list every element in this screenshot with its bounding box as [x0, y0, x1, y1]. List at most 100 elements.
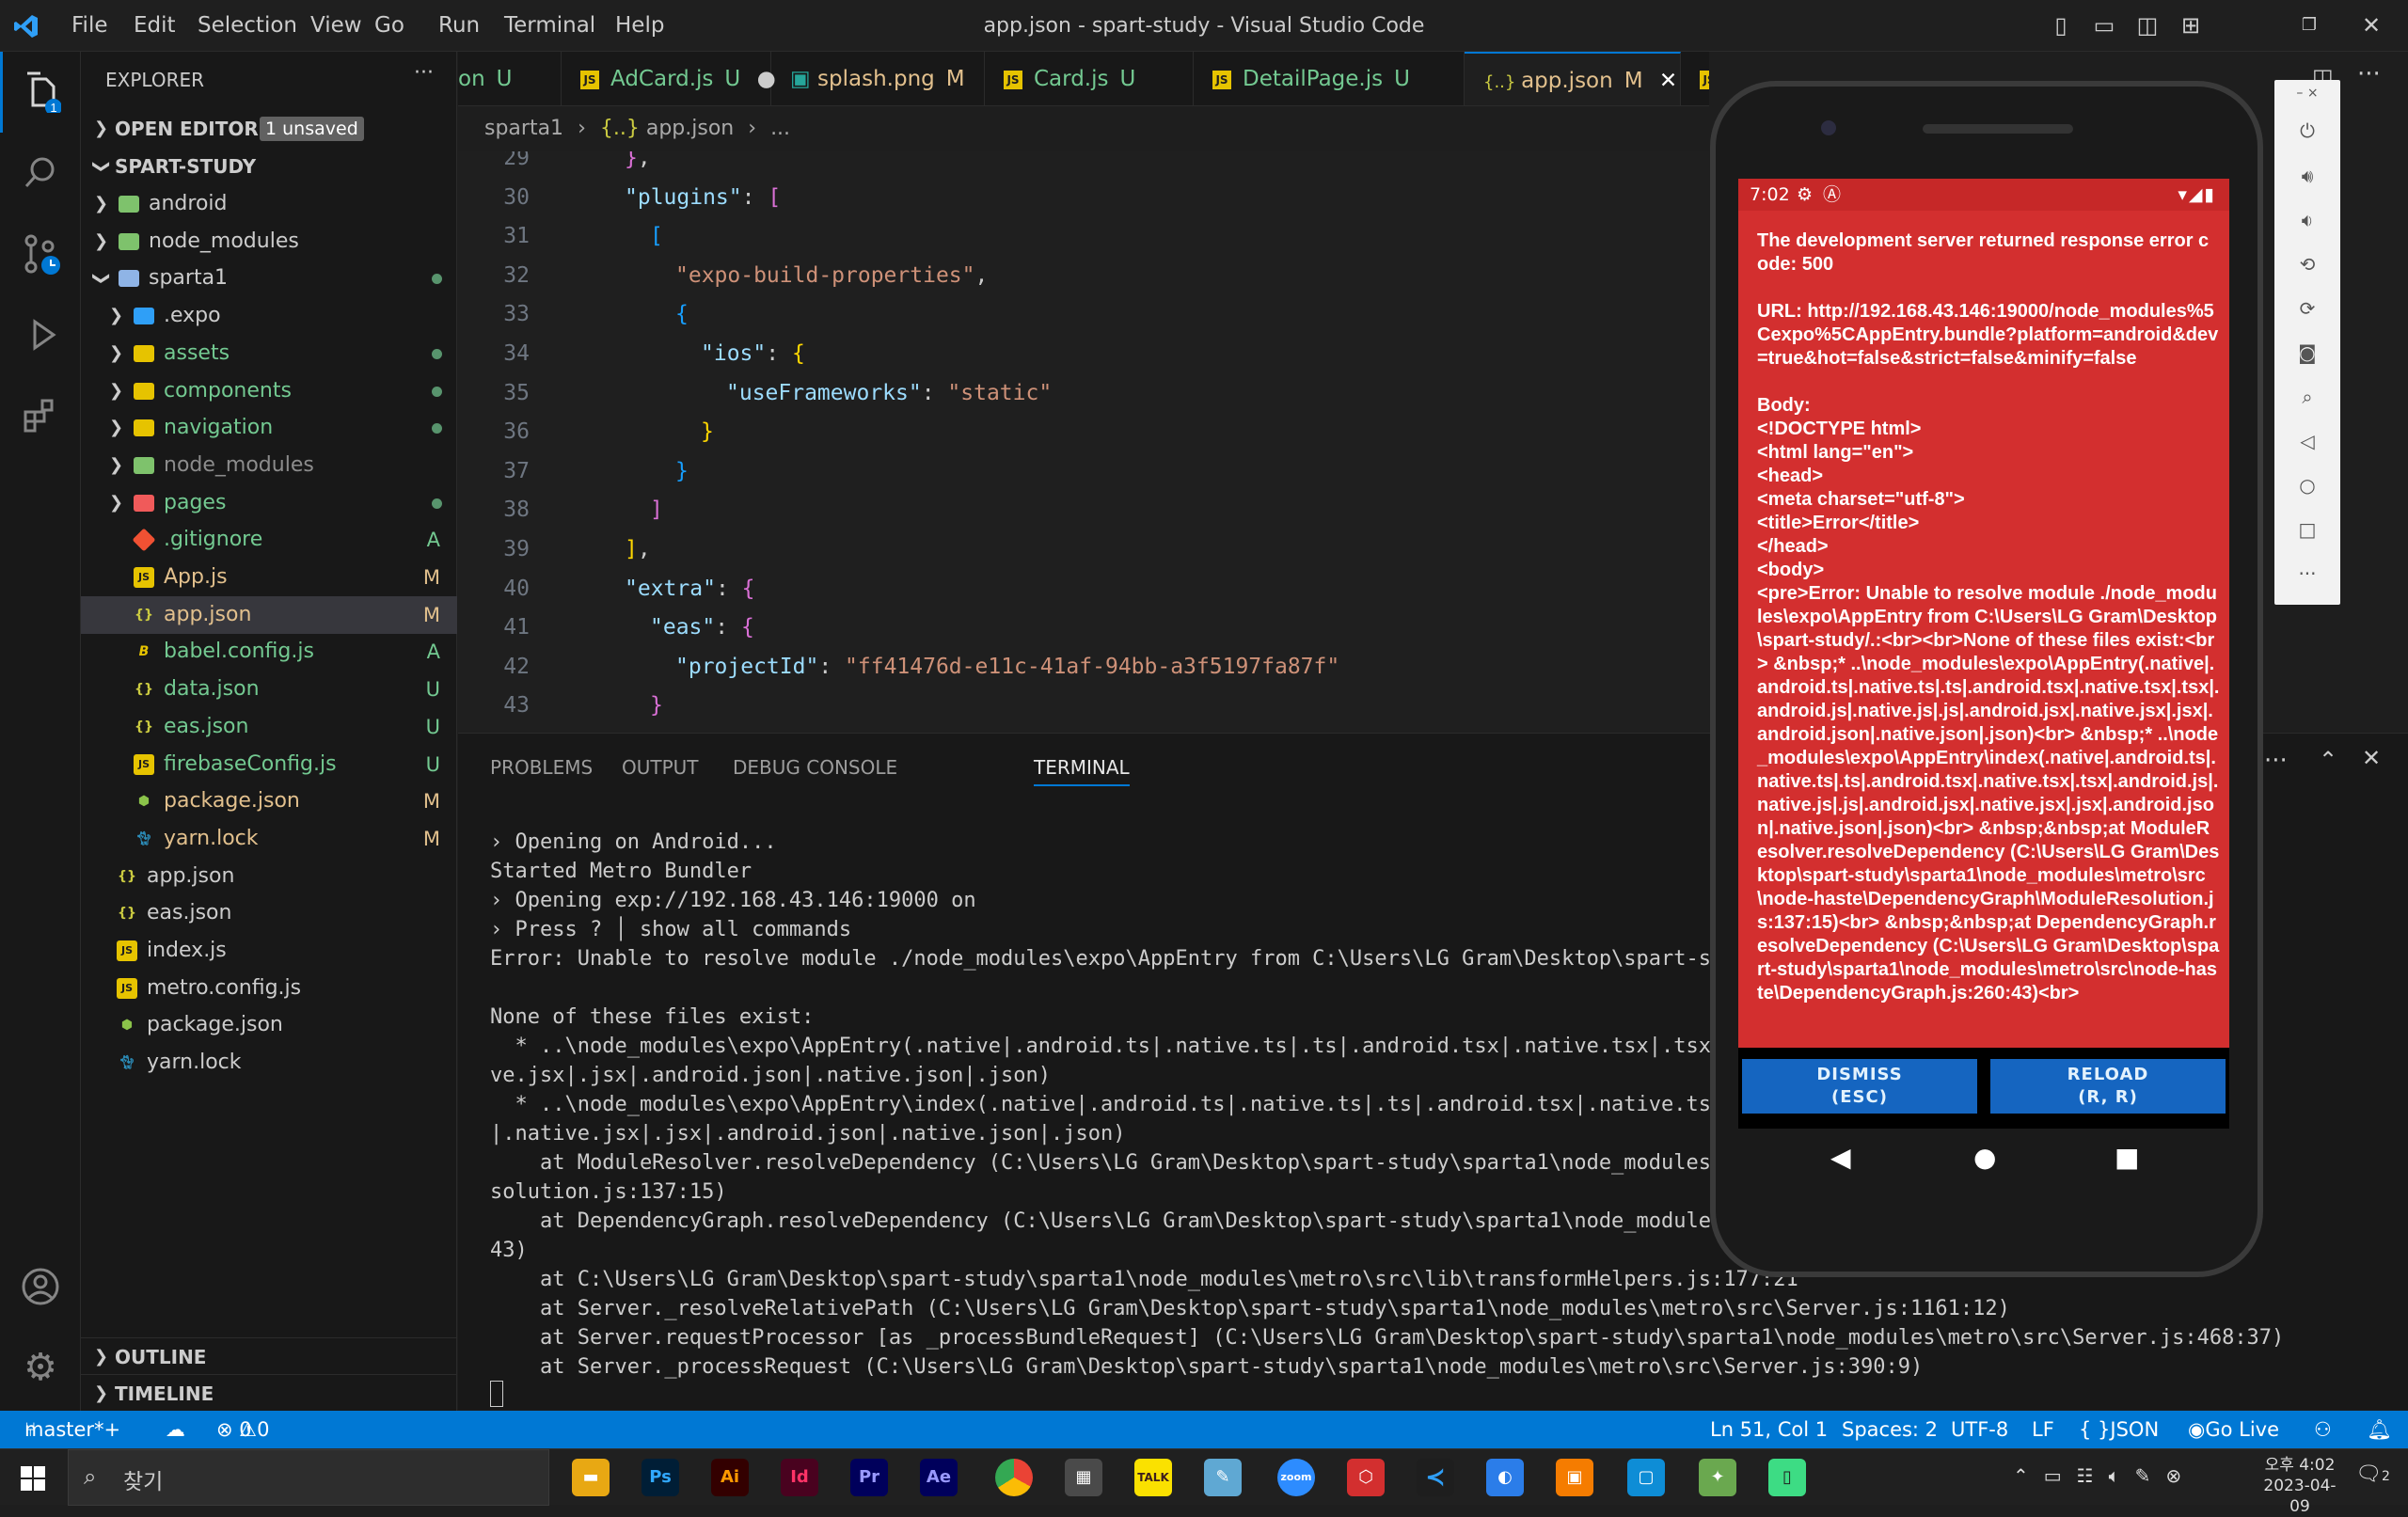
tree-item-babel-config-js[interactable]: Bbabel.config.js A [81, 633, 457, 671]
reload-button[interactable]: RELOAD (R, R) [1990, 1059, 2226, 1114]
tree-item-package-json[interactable]: ⬢ package.json M [81, 782, 457, 820]
notification-center-icon[interactable]: 🗨︎2 [2355, 1462, 2390, 1486]
run-debug-icon[interactable] [0, 294, 81, 375]
problems-indicator[interactable]: ⊗ 0 ⚠ 0 [216, 1411, 269, 1448]
dismiss-button[interactable]: DISMISS (ESC) [1742, 1059, 1977, 1114]
tab-app-js[interactable]: JSApp.jsM [1681, 52, 1709, 105]
toggle-secondary-sidebar-icon[interactable]: ◫ [2133, 11, 2162, 40]
breadcrumb-symbol[interactable]: ... [770, 117, 790, 140]
illustrator-icon[interactable]: Ai [711, 1459, 749, 1496]
tree-item-index-js[interactable]: JS index.js [81, 932, 457, 970]
app-icon[interactable]: ◐ [1486, 1459, 1524, 1496]
android-studio-icon[interactable]: ✦ [1699, 1459, 1736, 1496]
emulator-icon[interactable]: ▯ [1768, 1459, 1806, 1496]
maximize-panel-icon[interactable]: ⌃ [2319, 747, 2337, 773]
redbox-error-screen[interactable]: The development server returned response… [1738, 211, 2229, 1048]
menu-file[interactable]: File [71, 0, 108, 52]
notifications-bell-icon[interactable]: 🔔︎ [2367, 1411, 2392, 1448]
tree-item-assets[interactable]: ❯ assets [81, 335, 457, 372]
indesign-icon[interactable]: Id [781, 1459, 818, 1496]
tree-item-android[interactable]: ❯ android [81, 185, 457, 223]
tab-adcard-js[interactable]: JS AdCard.js U ● [562, 52, 776, 105]
panel-tab-problems[interactable]: PROBLEMS [490, 756, 593, 779]
extensions-icon[interactable] [0, 375, 81, 456]
menu-help[interactable]: Help [615, 0, 664, 52]
emulator-minimize-close-icon[interactable]: – × [2274, 86, 2340, 101]
more-icon[interactable]: ··· [2274, 562, 2340, 585]
timeline-section[interactable]: ❯ TIMELINE [81, 1374, 457, 1412]
clock[interactable]: 오후 4:02 2023-04-09 [2258, 1455, 2342, 1517]
workspace-root[interactable]: ❯ SPART-STUDY [81, 148, 457, 185]
toggle-panel-icon[interactable]: ▭ [2090, 11, 2118, 40]
nav-home-icon[interactable]: ● [1973, 1142, 1996, 1173]
after-effects-icon[interactable]: Ae [920, 1459, 958, 1496]
breadcrumb-folder[interactable]: sparta1 [484, 117, 563, 140]
back-icon[interactable]: ◁ [2274, 430, 2340, 452]
menu-terminal[interactable]: Terminal [504, 0, 595, 52]
tree-item-data-json[interactable]: {} data.json U [81, 671, 457, 708]
cursor-position[interactable]: Ln 51, Col 1 [1710, 1411, 1828, 1448]
menu-go[interactable]: Go [374, 0, 404, 52]
volume-up-icon[interactable]: 🔊︎ [2274, 165, 2340, 187]
app3-icon[interactable]: ▢ [1627, 1459, 1665, 1496]
rotate-right-icon[interactable]: ⟳ [2274, 297, 2340, 320]
search-icon[interactable] [0, 133, 81, 213]
sync-icon[interactable]: ☁ [166, 1411, 185, 1448]
nav-back-icon[interactable]: ◀ [1830, 1142, 1851, 1173]
close-tab-icon[interactable]: ✕ [1653, 69, 1677, 93]
tree-item-app-json[interactable]: {} app.json [81, 858, 457, 895]
vscode-taskbar-icon[interactable]: ≺ [1417, 1459, 1454, 1496]
camera-icon[interactable]: ◙ [2274, 341, 2340, 364]
kakaotalk-icon[interactable]: TALK [1134, 1459, 1172, 1496]
tree-item-metro-config-js[interactable]: JS metro.config.js [81, 970, 457, 1007]
tree-item-node-modules[interactable]: ❯ node_modules [81, 223, 457, 261]
power-icon[interactable]: ⏻ [2274, 119, 2340, 142]
panel-tab-output[interactable]: OUTPUT [622, 756, 699, 779]
home-icon[interactable]: ○ [2274, 474, 2340, 497]
taskbar-search[interactable]: ⌕ 찾기 [68, 1449, 549, 1506]
tree-item-eas-json[interactable]: {} eas.json [81, 894, 457, 932]
system-tray-icons[interactable]: ⌃▭☷🔈︎✎⊗ [2013, 1464, 2196, 1487]
tree-item-node-modules[interactable]: ❯ node_modules [81, 447, 457, 484]
tree-item-yarn-lock[interactable]: 🐈︎ yarn.lock M [81, 820, 457, 858]
photoshop-icon[interactable]: Ps [642, 1459, 679, 1496]
tab-splash-png[interactable]: ▣ splash.png M [771, 52, 985, 105]
nav-recents-icon[interactable]: ■ [2115, 1142, 2139, 1173]
notes-icon[interactable]: ✎ [1204, 1459, 1242, 1496]
panel-more-icon[interactable]: ··· [2264, 747, 2288, 775]
zoom-icon[interactable]: ⌕ [2274, 386, 2340, 408]
close-panel-icon[interactable]: ✕ [2362, 745, 2381, 771]
tree-item--expo[interactable]: ❯ .expo [81, 297, 457, 335]
source-control-icon[interactable] [0, 213, 81, 294]
chrome-icon[interactable] [995, 1459, 1033, 1496]
open-editors-section[interactable]: ❯ OPEN EDITORS 1 unsaved [81, 110, 457, 148]
overview-icon[interactable]: □ [2274, 518, 2340, 541]
tree-item--gitignore[interactable]: .gitignore A [81, 521, 457, 559]
menu-run[interactable]: Run [438, 0, 480, 52]
panel-tab-debug-console[interactable]: DEBUG CONSOLE [733, 756, 897, 779]
tab-detailpage-js[interactable]: JS DetailPage.js U [1194, 52, 1465, 105]
close-window-icon[interactable]: ✕ [2357, 11, 2385, 40]
tree-item-app-js[interactable]: JS App.js M [81, 559, 457, 596]
explorer-icon[interactable]: 1 [0, 52, 81, 133]
line-ending[interactable]: LF [2032, 1411, 2054, 1448]
accounts-icon[interactable]: ⚇ [2314, 1411, 2332, 1448]
menu-edit[interactable]: Edit [134, 0, 176, 52]
breadcrumb-file[interactable]: app.json [646, 117, 734, 140]
zoom-icon[interactable]: zoom [1277, 1459, 1315, 1496]
tab-app-json[interactable]: {..} app.json M ✕ [1465, 52, 1681, 105]
account-icon[interactable] [0, 1246, 81, 1327]
indentation[interactable]: Spaces: 2 [1842, 1411, 1938, 1448]
restore-icon[interactable]: ❐ [2295, 11, 2323, 40]
tree-item-navigation[interactable]: ❯ navigation [81, 409, 457, 447]
menu-selection[interactable]: Selection [198, 0, 297, 52]
tree-item-package-json[interactable]: ⬢ package.json [81, 1006, 457, 1044]
windows-start-icon[interactable] [21, 1466, 45, 1491]
editor-more-icon[interactable]: ··· [2357, 60, 2381, 88]
code-editor[interactable]: 29}, 30 "plugins": [31 [32 "expo-build-prope… [458, 151, 1709, 733]
tree-item-yarn-lock[interactable]: 🐈︎ yarn.lock [81, 1044, 457, 1082]
calculator-icon[interactable]: ▦ [1065, 1459, 1102, 1496]
settings-gear-icon[interactable]: ⚙ [0, 1327, 81, 1408]
go-live-button[interactable]: ◉ Go Live [2188, 1411, 2279, 1448]
language-mode[interactable]: { } JSON [2079, 1411, 2159, 1448]
